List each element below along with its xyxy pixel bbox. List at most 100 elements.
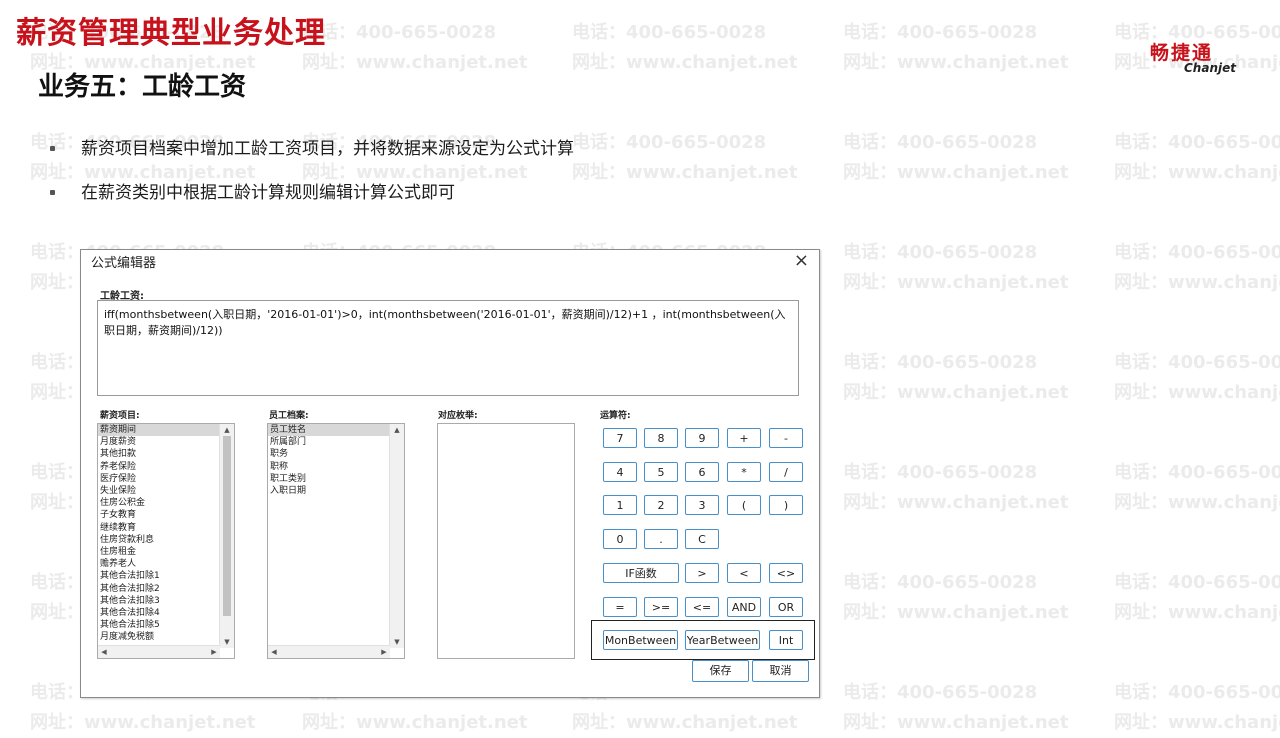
- list-item[interactable]: 继续教育: [98, 522, 234, 534]
- cancel-button[interactable]: 取消: [752, 660, 809, 682]
- list-item[interactable]: 住房租金: [98, 546, 234, 558]
- watermark-site: 网址：www.chanjet.net: [843, 602, 1069, 623]
- operator-button[interactable]: 7: [603, 428, 637, 448]
- operator-button[interactable]: AND: [727, 597, 761, 617]
- list-item[interactable]: 子女教育: [98, 509, 234, 521]
- dialog-title: 公式编辑器: [91, 256, 157, 271]
- operator-button[interactable]: <: [727, 563, 761, 583]
- operator-button[interactable]: MonBetween: [603, 630, 678, 650]
- operator-button[interactable]: 8: [644, 428, 678, 448]
- scroll-right-icon[interactable]: ▶: [378, 646, 390, 658]
- operator-button[interactable]: >=: [644, 597, 678, 617]
- operator-button[interactable]: <>: [769, 563, 803, 583]
- watermark-text: 电话：400-665-0028 网址：www.chanjet.net: [1114, 128, 1280, 188]
- operator-button[interactable]: <=: [685, 597, 719, 617]
- list-item[interactable]: 失业保险: [98, 485, 234, 497]
- operator-button[interactable]: =: [603, 597, 637, 617]
- watermark-phone: 电话：400-665-0028: [843, 352, 1038, 373]
- operator-button[interactable]: >: [685, 563, 719, 583]
- operator-button[interactable]: OR: [769, 597, 803, 617]
- formula-textarea[interactable]: iff(monthsbetween(入职日期，'2016-01-01')>0，i…: [97, 300, 799, 396]
- watermark-site: 网址：www.chanjet.net: [572, 162, 798, 183]
- list-item[interactable]: 其他合法扣除5: [98, 619, 234, 631]
- list-item[interactable]: 其他合法扣除3: [98, 595, 234, 607]
- scroll-left-icon[interactable]: ◀: [98, 646, 110, 658]
- list-item[interactable]: 医疗保险: [98, 473, 234, 485]
- scroll-right-icon[interactable]: ▶: [208, 646, 220, 658]
- scroll-down-icon[interactable]: ▼: [390, 636, 404, 648]
- watermark-phone: 电话：400-665-0028: [1114, 352, 1280, 373]
- operator-button[interactable]: Int: [769, 630, 803, 650]
- list-item[interactable]: 其他扣款: [98, 448, 234, 460]
- list-item[interactable]: 入职日期: [268, 485, 404, 497]
- watermark-text: 电话：400-665-0028 网址：www.chanjet.net: [843, 568, 1068, 628]
- list-item[interactable]: 所属部门: [268, 436, 404, 448]
- operator-button[interactable]: 1: [603, 495, 637, 515]
- operator-button[interactable]: C: [685, 529, 719, 549]
- operator-button[interactable]: 6: [685, 462, 719, 482]
- watermark-site: 网址：www.chanjet.net: [1114, 382, 1280, 403]
- list-item[interactable]: 员工姓名: [268, 424, 404, 437]
- operator-button[interactable]: IF函数: [603, 563, 679, 583]
- list-item[interactable]: 养老保险: [98, 461, 234, 473]
- list-item[interactable]: 月度薪资: [98, 436, 234, 448]
- operator-button[interactable]: 3: [685, 495, 719, 515]
- list-item[interactable]: 职称: [268, 461, 404, 473]
- operator-button[interactable]: 0: [603, 529, 637, 549]
- bullet-dot-icon: [50, 189, 55, 195]
- watermark-phone: 电话：400-665-0028: [843, 682, 1038, 703]
- list-item[interactable]: 住房公积金: [98, 497, 234, 509]
- watermark-phone: 电话：400-665-0028: [1114, 132, 1280, 153]
- scroll-up-icon[interactable]: ▲: [390, 424, 404, 436]
- scroll-up-icon[interactable]: ▲: [220, 424, 234, 436]
- operator-button[interactable]: -: [769, 428, 803, 448]
- operator-button[interactable]: 2: [644, 495, 678, 515]
- watermark-site: 网址：www.chanjet.net: [572, 712, 798, 733]
- watermark-site: 网址：www.chanjet.net: [1114, 712, 1280, 733]
- employee-list-hscrollbar[interactable]: ◀ ▶: [268, 645, 390, 658]
- operator-button[interactable]: YearBetween: [685, 630, 760, 650]
- list-item[interactable]: 其他合法扣除4: [98, 607, 234, 619]
- list-item[interactable]: 职工类别: [268, 473, 404, 485]
- watermark-phone: 电话：400-665-0028: [843, 132, 1038, 153]
- list-item[interactable]: 其他合法扣除2: [98, 583, 234, 595]
- list-item[interactable]: 赡养老人: [98, 558, 234, 570]
- list-item[interactable]: 职务: [268, 448, 404, 460]
- formula-editor-dialog: 公式编辑器 × 工龄工资: iff(monthsbetween(入职日期，'20…: [80, 249, 820, 698]
- watermark-site: 网址：www.chanjet.net: [843, 712, 1069, 733]
- operator-button[interactable]: 4: [603, 462, 637, 482]
- save-button[interactable]: 保存: [692, 660, 749, 682]
- operator-button[interactable]: (: [727, 495, 761, 515]
- watermark-text: 电话：400-665-0028 网址：www.chanjet.net: [843, 348, 1068, 408]
- watermark-site: 网址：www.chanjet.net: [572, 52, 798, 73]
- operator-button[interactable]: 5: [644, 462, 678, 482]
- watermark-site: 网址：www.chanjet.net: [302, 52, 528, 73]
- operator-button[interactable]: ): [769, 495, 803, 515]
- list-item[interactable]: 其他合法扣除1: [98, 570, 234, 582]
- list-item[interactable]: 薪资期间: [98, 424, 234, 437]
- chanjet-logo: 畅捷通 Chanjet: [1150, 38, 1250, 75]
- watermark-phone: 电话：400-665-0028: [843, 242, 1038, 263]
- operator-button[interactable]: .: [644, 529, 678, 549]
- scroll-thumb[interactable]: [223, 436, 231, 616]
- scroll-left-icon[interactable]: ◀: [268, 646, 280, 658]
- list-item[interactable]: 月度减免税额: [98, 631, 234, 643]
- watermark-site: 网址：www.chanjet.net: [302, 712, 528, 733]
- bullet-dot-icon: [50, 145, 55, 151]
- employee-list-vscrollbar[interactable]: ▲ ▼: [389, 424, 404, 648]
- watermark-text: 电话：400-665-0028 网址：www.chanjet.net: [843, 128, 1068, 188]
- close-icon[interactable]: ×: [794, 250, 809, 271]
- mapping-list[interactable]: [437, 423, 575, 659]
- watermark-site: 网址：www.chanjet.net: [843, 492, 1069, 513]
- salary-items-list[interactable]: 薪资期间 月度薪资 其他扣款 养老保险 医疗保险 失业保险 住房公积金 子女教育 继续教育 住房贷…: [97, 423, 235, 659]
- scroll-down-icon[interactable]: ▼: [220, 636, 234, 648]
- employee-files-list[interactable]: 员工姓名 所属部门 职务 职称 职工类别 入职日期 ▲ ▼ ◀ ▶: [267, 423, 405, 659]
- operator-button[interactable]: 9: [685, 428, 719, 448]
- logo-en-text: Chanjet: [1184, 61, 1236, 75]
- operator-button[interactable]: +: [727, 428, 761, 448]
- operator-button[interactable]: *: [727, 462, 761, 482]
- operator-button[interactable]: /: [769, 462, 803, 482]
- salary-list-hscrollbar[interactable]: ◀ ▶: [98, 645, 220, 658]
- salary-list-vscrollbar[interactable]: ▲ ▼: [219, 424, 234, 648]
- list-item[interactable]: 住房贷款利息: [98, 534, 234, 546]
